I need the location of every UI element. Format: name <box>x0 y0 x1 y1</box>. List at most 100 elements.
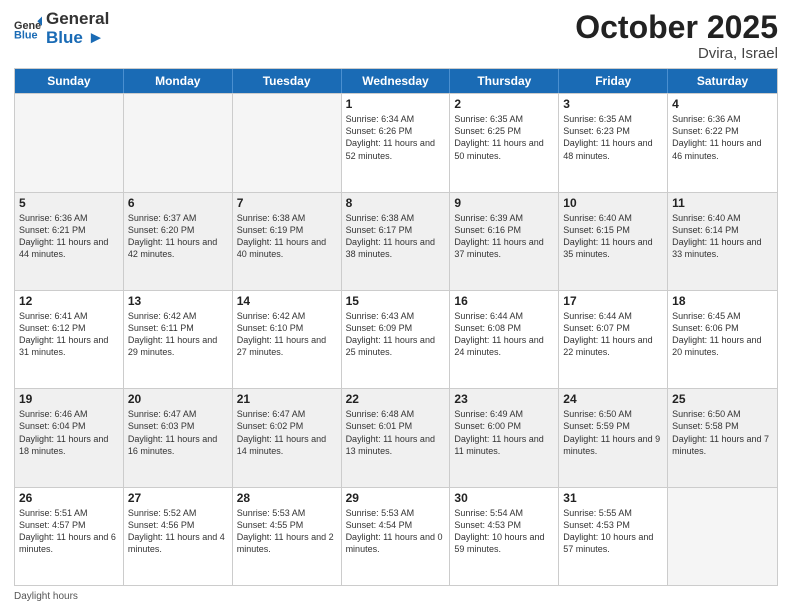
day-number: 26 <box>19 491 119 505</box>
table-row: 6Sunrise: 6:37 AM Sunset: 6:20 PM Daylig… <box>124 193 233 290</box>
day-info: Sunrise: 5:52 AM Sunset: 4:56 PM Dayligh… <box>128 507 228 556</box>
day-info: Sunrise: 6:35 AM Sunset: 6:25 PM Dayligh… <box>454 113 554 162</box>
day-number: 7 <box>237 196 337 210</box>
table-row: 26Sunrise: 5:51 AM Sunset: 4:57 PM Dayli… <box>15 488 124 585</box>
dow-thursday: Thursday <box>450 69 559 93</box>
table-row: 2Sunrise: 6:35 AM Sunset: 6:25 PM Daylig… <box>450 94 559 191</box>
day-info: Sunrise: 6:50 AM Sunset: 5:59 PM Dayligh… <box>563 408 663 457</box>
table-row: 9 Sunrise: 6:39 AM Sunset: 6:16 PM Daylig… <box>450 193 559 290</box>
table-row: 3Sunrise: 6:35 AM Sunset: 6:23 PM Daylig… <box>559 94 668 191</box>
table-row: 17Sunrise: 6:44 AM Sunset: 6:07 PM Dayli… <box>559 291 668 388</box>
table-row: 21 Sunrise: 6:47 AM Sunset: 6:02 PM Dayli… <box>233 389 342 486</box>
page: General Blue General Blue ► October 2025… <box>0 0 792 612</box>
day-info: Sunrise: 6:41 AM Sunset: 6:12 PM Dayligh… <box>19 310 119 359</box>
day-number: 23 <box>454 392 554 406</box>
day-number: 1 <box>346 97 446 111</box>
day-info: Sunrise: 6:39 AM Sunset: 6:16 PM Dayligh… <box>454 212 554 261</box>
day-info: Sunrise: 6:46 AM Sunset: 6:04 PM Dayligh… <box>19 408 119 457</box>
table-row: 1 Sunrise: 6:34 AM Sunset: 6:26 PM Daylig… <box>342 94 451 191</box>
day-info: Sunrise: 5:53 AM Sunset: 4:54 PM Dayligh… <box>346 507 446 556</box>
day-number: 5 <box>19 196 119 210</box>
day-number: 29 <box>346 491 446 505</box>
table-row: 29 Sunrise: 5:53 AM Sunset: 4:54 PM Dayli… <box>342 488 451 585</box>
day-info: Sunrise: 6:50 AM Sunset: 5:58 PM Dayligh… <box>672 408 773 457</box>
dow-saturday: Saturday <box>668 69 777 93</box>
day-number: 16 <box>454 294 554 308</box>
day-number: 9 <box>454 196 554 210</box>
day-info: Sunrise: 6:45 AM Sunset: 6:06 PM Dayligh… <box>672 310 773 359</box>
day-number: 21 <box>237 392 337 406</box>
day-info: Sunrise: 6:36 AM Sunset: 6:21 PM Dayligh… <box>19 212 119 261</box>
day-number: 14 <box>237 294 337 308</box>
dow-monday: Monday <box>124 69 233 93</box>
day-number: 3 <box>563 97 663 111</box>
day-number: 10 <box>563 196 663 210</box>
day-info: Sunrise: 6:42 AM Sunset: 6:10 PM Dayligh… <box>237 310 337 359</box>
day-number: 8 <box>346 196 446 210</box>
table-row: 15 Sunrise: 6:43 AM Sunset: 6:09 PM Dayli… <box>342 291 451 388</box>
calendar: Sunday Monday Tuesday Wednesday Thursday… <box>14 68 778 586</box>
day-info: Sunrise: 5:53 AM Sunset: 4:55 PM Dayligh… <box>237 507 337 556</box>
table-row: 22Sunrise: 6:48 AM Sunset: 6:01 PM Dayli… <box>342 389 451 486</box>
dow-tuesday: Tuesday <box>233 69 342 93</box>
table-row: 18 Sunrise: 6:45 AM Sunset: 6:06 PM Dayli… <box>668 291 777 388</box>
day-info: Sunrise: 6:47 AM Sunset: 6:03 PM Dayligh… <box>128 408 228 457</box>
logo-general: General <box>46 10 109 29</box>
table-row: 19Sunrise: 6:46 AM Sunset: 6:04 PM Dayli… <box>15 389 124 486</box>
day-number: 27 <box>128 491 228 505</box>
day-number: 12 <box>19 294 119 308</box>
day-number: 25 <box>672 392 773 406</box>
calendar-week-4: 19Sunrise: 6:46 AM Sunset: 6:04 PM Dayli… <box>15 388 777 486</box>
day-info: Sunrise: 6:43 AM Sunset: 6:09 PM Dayligh… <box>346 310 446 359</box>
day-info: Sunrise: 6:34 AM Sunset: 6:26 PM Dayligh… <box>346 113 446 162</box>
header: General Blue General Blue ► October 2025… <box>14 10 778 62</box>
day-number: 31 <box>563 491 663 505</box>
table-row: 4Sunrise: 6:36 AM Sunset: 6:22 PM Daylig… <box>668 94 777 191</box>
day-number: 18 <box>672 294 773 308</box>
day-number: 28 <box>237 491 337 505</box>
day-info: Sunrise: 5:55 AM Sunset: 4:53 PM Dayligh… <box>563 507 663 556</box>
day-number: 15 <box>346 294 446 308</box>
month-title: October 2025 <box>575 10 778 45</box>
table-row: 7 Sunrise: 6:38 AM Sunset: 6:19 PM Daylig… <box>233 193 342 290</box>
day-number: 20 <box>128 392 228 406</box>
table-row: 24 Sunrise: 6:50 AM Sunset: 5:59 PM Dayli… <box>559 389 668 486</box>
day-info: Sunrise: 6:40 AM Sunset: 6:15 PM Dayligh… <box>563 212 663 261</box>
calendar-header: Sunday Monday Tuesday Wednesday Thursday… <box>15 69 777 93</box>
calendar-week-5: 26Sunrise: 5:51 AM Sunset: 4:57 PM Dayli… <box>15 487 777 585</box>
dow-friday: Friday <box>559 69 668 93</box>
location: Dvira, Israel <box>575 45 778 62</box>
table-row: 16Sunrise: 6:44 AM Sunset: 6:08 PM Dayli… <box>450 291 559 388</box>
table-row: 8 Sunrise: 6:38 AM Sunset: 6:17 PM Daylig… <box>342 193 451 290</box>
table-row <box>668 488 777 585</box>
table-row <box>233 94 342 191</box>
day-number: 30 <box>454 491 554 505</box>
table-row: 10 Sunrise: 6:40 AM Sunset: 6:15 PM Dayli… <box>559 193 668 290</box>
table-row: 14 Sunrise: 6:42 AM Sunset: 6:10 PM Dayli… <box>233 291 342 388</box>
calendar-body: 1 Sunrise: 6:34 AM Sunset: 6:26 PM Daylig… <box>15 93 777 585</box>
logo: General Blue General Blue ► <box>14 10 109 47</box>
table-row: 30 Sunrise: 5:54 AM Sunset: 4:53 PM Dayli… <box>450 488 559 585</box>
table-row: 5 Sunrise: 6:36 AM Sunset: 6:21 PM Daylig… <box>15 193 124 290</box>
table-row: 25 Sunrise: 6:50 AM Sunset: 5:58 PM Dayli… <box>668 389 777 486</box>
calendar-week-3: 12 Sunrise: 6:41 AM Sunset: 6:12 PM Dayli… <box>15 290 777 388</box>
table-row: 13Sunrise: 6:42 AM Sunset: 6:11 PM Dayli… <box>124 291 233 388</box>
day-info: Sunrise: 5:54 AM Sunset: 4:53 PM Dayligh… <box>454 507 554 556</box>
table-row: 28 Sunrise: 5:53 AM Sunset: 4:55 PM Dayli… <box>233 488 342 585</box>
footer: Daylight hours <box>14 591 778 602</box>
day-info: Sunrise: 6:47 AM Sunset: 6:02 PM Dayligh… <box>237 408 337 457</box>
day-number: 22 <box>346 392 446 406</box>
table-row: 31 Sunrise: 5:55 AM Sunset: 4:53 PM Dayli… <box>559 488 668 585</box>
calendar-week-1: 1 Sunrise: 6:34 AM Sunset: 6:26 PM Daylig… <box>15 93 777 191</box>
day-number: 11 <box>672 196 773 210</box>
day-number: 4 <box>672 97 773 111</box>
day-info: Sunrise: 6:44 AM Sunset: 6:07 PM Dayligh… <box>563 310 663 359</box>
table-row: 11 Sunrise: 6:40 AM Sunset: 6:14 PM Dayli… <box>668 193 777 290</box>
day-number: 24 <box>563 392 663 406</box>
day-info: Sunrise: 6:38 AM Sunset: 6:17 PM Dayligh… <box>346 212 446 261</box>
table-row: 20 Sunrise: 6:47 AM Sunset: 6:03 PM Dayli… <box>124 389 233 486</box>
day-info: Sunrise: 6:38 AM Sunset: 6:19 PM Dayligh… <box>237 212 337 261</box>
day-info: Sunrise: 6:40 AM Sunset: 6:14 PM Dayligh… <box>672 212 773 261</box>
table-row <box>15 94 124 191</box>
table-row: 12 Sunrise: 6:41 AM Sunset: 6:12 PM Dayli… <box>15 291 124 388</box>
